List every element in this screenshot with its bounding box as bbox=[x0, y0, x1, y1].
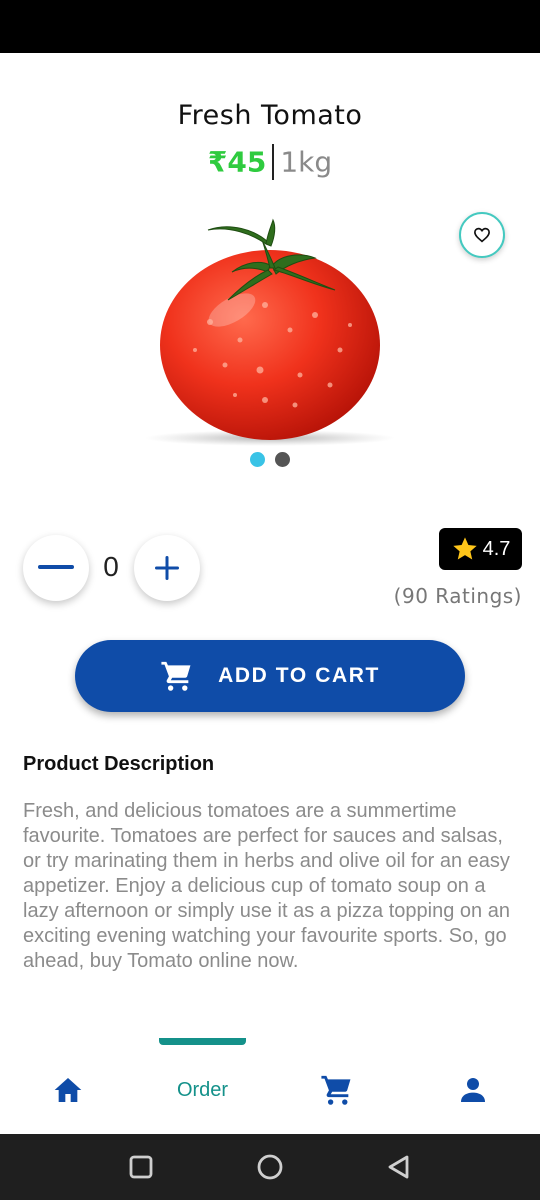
nav-profile[interactable] bbox=[453, 1070, 493, 1110]
rating-badge: 4.7 bbox=[439, 528, 522, 570]
carousel-dot[interactable] bbox=[275, 452, 290, 467]
add-to-cart-button[interactable]: ADD TO CART bbox=[75, 640, 465, 712]
circle-icon bbox=[257, 1154, 283, 1180]
carousel-dot-active[interactable] bbox=[250, 452, 265, 467]
recent-apps-button[interactable] bbox=[126, 1152, 156, 1182]
bottom-navigation: Order bbox=[0, 1038, 540, 1134]
quantity-value: 0 bbox=[103, 551, 119, 582]
system-navigation-bar bbox=[0, 1134, 540, 1200]
status-bar bbox=[0, 0, 540, 53]
favorite-button[interactable] bbox=[459, 212, 505, 258]
price-row: ₹45 1kg bbox=[0, 144, 540, 184]
increase-quantity-button[interactable] bbox=[134, 535, 200, 601]
price-divider bbox=[272, 144, 275, 180]
rating-value: 4.7 bbox=[482, 537, 511, 560]
tomato-image bbox=[145, 218, 395, 446]
square-icon bbox=[129, 1155, 153, 1179]
nav-cart[interactable] bbox=[317, 1070, 357, 1110]
back-triangle-icon bbox=[388, 1155, 409, 1179]
minus-icon bbox=[38, 565, 74, 569]
cart-icon bbox=[161, 661, 191, 691]
rating-count: (90 Ratings) bbox=[393, 584, 522, 608]
back-button[interactable] bbox=[384, 1152, 414, 1182]
nav-order-label: Order bbox=[176, 1078, 229, 1101]
home-icon bbox=[54, 1078, 82, 1102]
description-text: Fresh, and delicious tomatoes are a summ… bbox=[23, 800, 510, 972]
add-to-cart-label: ADD TO CART bbox=[218, 664, 380, 687]
person-icon bbox=[461, 1078, 485, 1102]
active-tab-indicator bbox=[159, 1038, 246, 1045]
star-icon bbox=[452, 537, 477, 560]
product-price: ₹45 bbox=[207, 145, 267, 179]
product-title: Fresh Tomato bbox=[177, 100, 363, 131]
product-unit: 1kg bbox=[280, 145, 333, 179]
home-button[interactable] bbox=[255, 1152, 285, 1182]
nav-home[interactable] bbox=[48, 1070, 88, 1110]
cart-icon bbox=[321, 1075, 351, 1105]
description-title: Product Description bbox=[23, 753, 215, 775]
decrease-quantity-button[interactable] bbox=[23, 535, 89, 601]
carousel-indicator bbox=[0, 452, 540, 472]
nav-order[interactable]: Order bbox=[160, 1070, 245, 1110]
heart-icon bbox=[474, 227, 490, 243]
plus-icon bbox=[155, 556, 179, 580]
